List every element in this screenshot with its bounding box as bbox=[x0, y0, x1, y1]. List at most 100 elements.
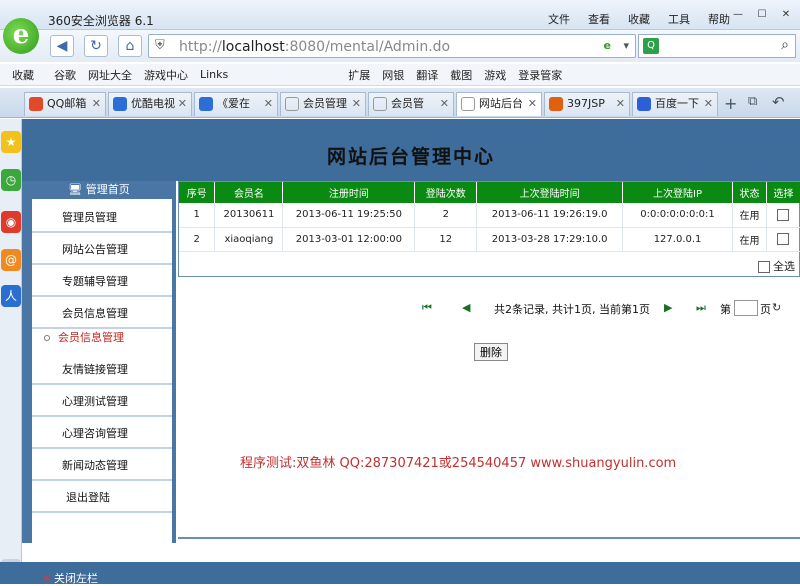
search-box[interactable]: Q ⌕ bbox=[638, 34, 796, 58]
new-tab-icon[interactable]: + bbox=[724, 94, 737, 113]
page-number-input[interactable] bbox=[734, 300, 758, 316]
search-engine-icon[interactable]: Q bbox=[643, 38, 659, 54]
row-checkbox[interactable] bbox=[777, 208, 790, 221]
page-icon bbox=[461, 97, 475, 111]
computer-icon: 🖥 bbox=[68, 183, 83, 196]
cell-last-login-time: 2013-06-11 19:26:19.0 bbox=[476, 203, 624, 228]
tab-close-icon[interactable]: ✕ bbox=[440, 93, 449, 115]
menu-file[interactable]: 文件 bbox=[548, 11, 570, 27]
tab-397jsp[interactable]: 397JSP ✕ bbox=[544, 92, 630, 116]
mail-icon[interactable]: @ bbox=[1, 249, 21, 271]
col-header: 注册时间 bbox=[282, 182, 416, 203]
test-note: 程序测试:双鱼林 QQ:287307421或254540457 www.shua… bbox=[240, 456, 677, 471]
page-banner: 网站后台管理中心 bbox=[22, 119, 800, 181]
fav-google[interactable]: 谷歌 bbox=[54, 67, 76, 83]
cell-member-name: xiaoqiang bbox=[214, 227, 284, 252]
member-grid: 序号 会员名 注册时间 登陆次数 上次登陆时间 上次登陆IP 状态 选择 1 2… bbox=[178, 181, 800, 277]
menu-view[interactable]: 查看 bbox=[588, 11, 610, 27]
tab-qq-mail[interactable]: QQ邮箱 ✕ bbox=[24, 92, 106, 116]
row-checkbox[interactable] bbox=[777, 233, 790, 245]
browser-logo-icon: e bbox=[3, 18, 39, 54]
chevron-down-icon[interactable]: ▾ bbox=[623, 39, 629, 52]
menu-item-consulting[interactable]: 心理咨询管理 bbox=[32, 419, 172, 449]
favorites-bar: 收藏 谷歌 网址大全 游戏中心 Links 扩展 网银 翻译 截图 游戏 登录管… bbox=[0, 64, 800, 86]
cell-index: 2 bbox=[179, 227, 216, 252]
tab-close-icon[interactable]: ✕ bbox=[616, 93, 625, 115]
cell-login-count: 2 bbox=[414, 203, 478, 228]
tab-member-admin[interactable]: 会员管理 ✕ bbox=[280, 92, 366, 116]
menu-item-tests[interactable]: 心理测试管理 bbox=[32, 387, 172, 417]
address-bar[interactable]: ⛨ http://localhost:8080/mental/Admin.do … bbox=[148, 34, 636, 58]
fav-screenshot[interactable]: 截图 bbox=[450, 67, 472, 83]
fav-extensions[interactable]: 扩展 bbox=[348, 67, 370, 83]
tab-close-icon[interactable]: ✕ bbox=[352, 93, 361, 115]
tab-baidu[interactable]: 百度一下 ✕ bbox=[632, 92, 718, 116]
menu-item-logout[interactable]: 退出登陆 bbox=[32, 483, 172, 513]
search-icon[interactable]: ⌕ bbox=[781, 37, 789, 53]
select-all-checkbox[interactable] bbox=[757, 261, 770, 273]
prev-page-icon[interactable]: ◀ bbox=[462, 301, 470, 314]
menu-item-links[interactable]: 友情链接管理 bbox=[32, 355, 172, 385]
weibo-icon[interactable]: ◉ bbox=[1, 211, 21, 233]
undo-icon[interactable]: ↶ bbox=[772, 93, 785, 111]
col-header: 会员名 bbox=[214, 182, 284, 203]
main-content: 序号 会员名 注册时间 登陆次数 上次登陆时间 上次登陆IP 状态 选择 1 2… bbox=[178, 181, 800, 543]
tab-video[interactable]: 《爱在 ✕ bbox=[194, 92, 278, 116]
next-page-icon[interactable]: ▶ bbox=[664, 301, 672, 314]
fav-bank[interactable]: 网银 bbox=[382, 67, 404, 83]
clock-icon[interactable]: ◷ bbox=[1, 169, 21, 191]
back-icon[interactable]: ◀ bbox=[50, 35, 74, 57]
col-header: 上次登陆IP bbox=[622, 182, 734, 203]
tab-youku[interactable]: 优酷电视 ✕ bbox=[108, 92, 192, 116]
menu-help[interactable]: 帮助 bbox=[708, 11, 730, 27]
tab-close-icon[interactable]: ✕ bbox=[528, 93, 537, 115]
close-x-icon[interactable]: ✕ bbox=[42, 572, 51, 585]
tab-close-icon[interactable]: ✕ bbox=[178, 93, 187, 115]
qq-icon bbox=[29, 97, 43, 111]
menu-item-news[interactable]: 新闻动态管理 bbox=[32, 451, 172, 481]
home-icon[interactable]: ⌂ bbox=[118, 35, 142, 57]
tab-member-admin-2[interactable]: 会员管 ✕ bbox=[368, 92, 454, 116]
fav-translate[interactable]: 翻译 bbox=[416, 67, 438, 83]
tab-list-icon[interactable]: ⧉ bbox=[748, 94, 757, 109]
first-page-icon[interactable]: ⏮ bbox=[422, 301, 432, 315]
fav-collect[interactable]: 收藏 bbox=[12, 67, 34, 83]
refresh-icon[interactable]: ↻ bbox=[84, 35, 108, 57]
last-page-icon[interactable]: ⏭ bbox=[696, 301, 706, 315]
close-icon[interactable]: ✕ bbox=[778, 8, 794, 22]
table-header-row: 序号 会员名 注册时间 登陆次数 上次登陆时间 上次登陆IP 状态 选择 bbox=[179, 182, 800, 203]
menu-head[interactable]: 🖥 管理首页 bbox=[22, 181, 176, 199]
delete-button[interactable]: 删除 bbox=[474, 343, 508, 361]
menu-item-admin[interactable]: 管理员管理 bbox=[32, 203, 172, 233]
menu-item-topics[interactable]: 专题辅导管理 bbox=[32, 267, 172, 297]
renren-icon[interactable]: 人 bbox=[1, 285, 21, 307]
col-header: 上次登陆时间 bbox=[476, 182, 624, 203]
go-icon[interactable]: ↻ bbox=[772, 301, 781, 314]
fav-links[interactable]: Links bbox=[200, 68, 228, 81]
tab-close-icon[interactable]: ✕ bbox=[264, 93, 273, 115]
cell-register-time: 2013-06-11 19:25:50 bbox=[282, 203, 416, 228]
window-controls: — ☐ ✕ bbox=[730, 8, 794, 22]
cell-status: 在用 bbox=[732, 227, 767, 252]
bottom-bar: ✕ 关闭左栏 bbox=[0, 562, 800, 585]
minimize-icon[interactable]: — bbox=[730, 8, 746, 22]
star-icon[interactable]: ★ bbox=[1, 131, 21, 153]
cell-last-login-time: 2013-03-28 17:29:10.0 bbox=[476, 227, 624, 252]
pager-summary: 共2条记录, 共计1页, 当前第1页 bbox=[494, 303, 650, 316]
maximize-icon[interactable]: ☐ bbox=[754, 8, 770, 22]
menu-item-announcements[interactable]: 网站公告管理 bbox=[32, 235, 172, 265]
menu-tools[interactable]: 工具 bbox=[668, 11, 690, 27]
member-table: 序号 会员名 注册时间 登陆次数 上次登陆时间 上次登陆IP 状态 选择 1 2… bbox=[179, 182, 800, 252]
ie-mode-icon[interactable]: e bbox=[604, 39, 611, 52]
fav-game-center[interactable]: 游戏中心 bbox=[144, 67, 188, 83]
tab-close-icon[interactable]: ✕ bbox=[92, 93, 101, 115]
fav-games[interactable]: 游戏 bbox=[484, 67, 506, 83]
menu-favorites[interactable]: 收藏 bbox=[628, 11, 650, 27]
table-row: 1 20130611 2013-06-11 19:25:50 2 2013-06… bbox=[179, 203, 800, 228]
fav-login-manager[interactable]: 登录管家 bbox=[518, 67, 562, 83]
content-bottom-border bbox=[178, 537, 800, 539]
menu-item-members-selected[interactable]: 会员信息管理 bbox=[32, 325, 172, 351]
fav-url-list[interactable]: 网址大全 bbox=[88, 67, 132, 83]
tab-site-admin[interactable]: 网站后台 ✕ bbox=[456, 92, 542, 116]
tab-close-icon[interactable]: ✕ bbox=[704, 93, 713, 115]
